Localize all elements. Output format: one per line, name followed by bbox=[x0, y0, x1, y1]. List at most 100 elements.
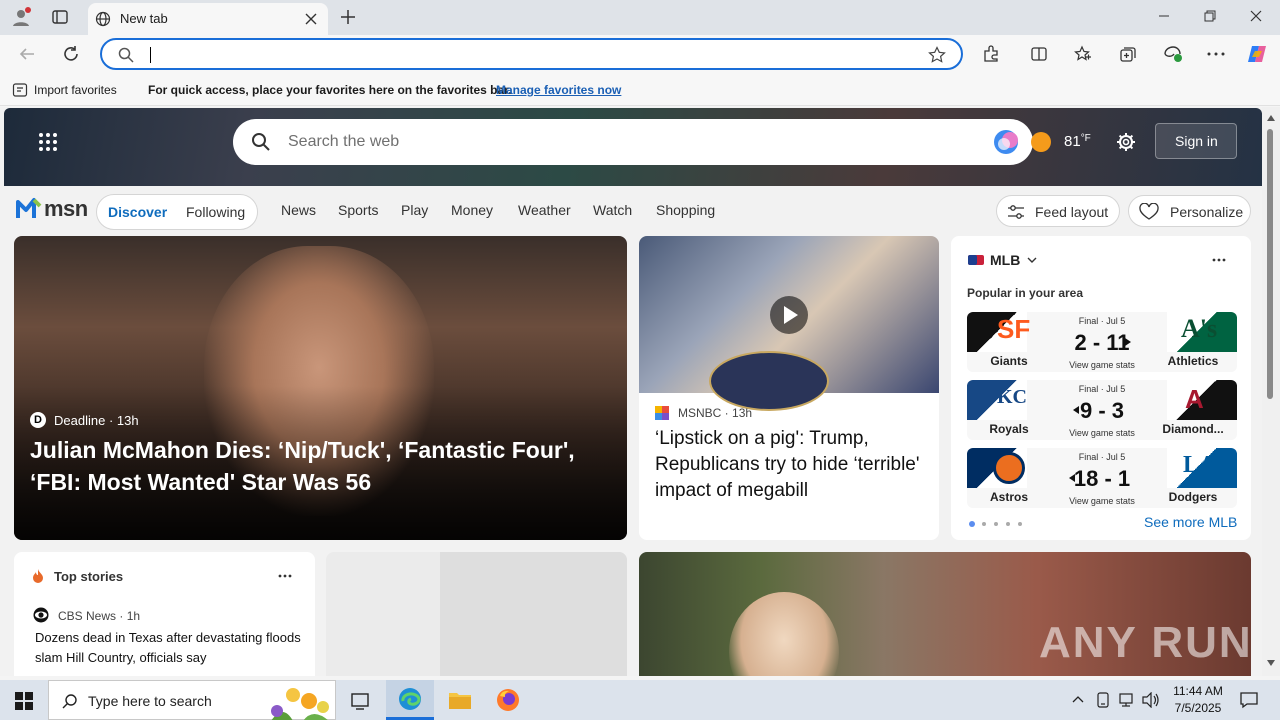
weather-sun-icon[interactable] bbox=[1030, 131, 1052, 153]
browser-toolbar bbox=[0, 35, 1280, 73]
file-explorer-icon[interactable] bbox=[448, 690, 472, 710]
astros-star bbox=[993, 452, 1025, 484]
notifications-icon[interactable] bbox=[1240, 691, 1258, 709]
volume-icon[interactable] bbox=[1142, 692, 1160, 708]
favorite-star-icon[interactable] bbox=[928, 46, 946, 64]
hero-age: 13h bbox=[116, 413, 139, 428]
firefox-icon[interactable] bbox=[496, 688, 520, 712]
system-tray-device-icon[interactable] bbox=[1096, 692, 1110, 708]
carousel-dots[interactable] bbox=[968, 521, 1028, 527]
sign-in-button[interactable]: Sign in bbox=[1155, 123, 1237, 159]
new-tab-icon[interactable] bbox=[340, 9, 356, 25]
scroll-down-icon[interactable] bbox=[1267, 660, 1275, 666]
top-stories-more-icon[interactable] bbox=[278, 574, 292, 578]
close-window-icon[interactable] bbox=[1250, 10, 1262, 22]
play-button-icon[interactable] bbox=[769, 295, 809, 335]
view-game-stats-link[interactable]: View game stats bbox=[1062, 428, 1142, 438]
taskbar-time[interactable]: 11:44 AM bbox=[1168, 684, 1228, 698]
network-icon[interactable] bbox=[1118, 692, 1134, 708]
msn-search-icon bbox=[251, 132, 271, 152]
nav-money[interactable]: Money bbox=[451, 202, 493, 218]
feed-layout-button[interactable]: Feed layout bbox=[996, 195, 1120, 227]
game-row[interactable]: KC Royals Final · Jul 5 9 - 3 View game … bbox=[967, 380, 1237, 440]
nav-news[interactable]: News bbox=[281, 202, 316, 218]
away-team: Athletics bbox=[1167, 354, 1219, 368]
split-screen-icon[interactable] bbox=[1030, 45, 1048, 63]
view-game-stats-link[interactable]: View game stats bbox=[1062, 360, 1142, 370]
task-view-icon[interactable] bbox=[351, 692, 369, 710]
manage-favorites-link[interactable]: Manage favorites now bbox=[496, 83, 621, 97]
personalize-label: Personalize bbox=[1170, 204, 1244, 220]
mlb-title[interactable]: MLB bbox=[990, 252, 1020, 268]
taskbar-search-box[interactable]: Type here to search bbox=[48, 680, 336, 720]
msn-search-box[interactable]: Search the web bbox=[233, 119, 1033, 165]
dodgers-monogram: LA bbox=[1183, 452, 1217, 478]
settings-gear-icon[interactable] bbox=[1116, 132, 1136, 152]
copilot-icon[interactable] bbox=[1246, 43, 1268, 65]
scrollbar-thumb[interactable] bbox=[1267, 129, 1273, 399]
nav-play[interactable]: Play bbox=[401, 202, 428, 218]
personalize-button[interactable]: Personalize bbox=[1128, 195, 1251, 227]
flame-icon bbox=[30, 568, 46, 584]
bottom-image-card[interactable]: ANY RUN bbox=[639, 552, 1251, 676]
astros-logo-icon bbox=[967, 448, 1027, 488]
scroll-up-icon[interactable] bbox=[1267, 115, 1275, 121]
tab-new-tab[interactable]: New tab bbox=[88, 3, 328, 35]
msn-search-placeholder: Search the web bbox=[288, 133, 400, 150]
feed-tabs: Discover Following bbox=[96, 194, 258, 230]
hero-article-card[interactable]: D Deadline · 13h Julian McMahon Dies: ‘N… bbox=[14, 236, 627, 540]
top-stories-title[interactable]: Top stories bbox=[54, 569, 123, 584]
page-scrollbar[interactable] bbox=[1262, 107, 1280, 676]
refresh-icon[interactable] bbox=[62, 45, 80, 63]
mlb-more-icon[interactable] bbox=[1212, 258, 1226, 262]
weather-temp-unit: °F bbox=[1080, 133, 1091, 144]
profile-icon[interactable] bbox=[10, 6, 32, 28]
hero-headline[interactable]: Julian McMahon Dies: ‘Nip/Tuck', ‘Fantas… bbox=[30, 434, 605, 498]
nav-weather[interactable]: Weather bbox=[518, 202, 571, 218]
show-hidden-icons-chevron[interactable] bbox=[1072, 695, 1084, 703]
tab-actions-icon[interactable] bbox=[52, 9, 68, 25]
royals-monogram: KC bbox=[997, 386, 1027, 408]
chevron-down-icon[interactable] bbox=[1027, 256, 1037, 264]
collections-icon[interactable] bbox=[1119, 45, 1137, 63]
nav-shopping[interactable]: Shopping bbox=[656, 202, 715, 218]
video-article-card[interactable]: MSNBC · 13h ‘Lipstick on a pig': Trump, … bbox=[639, 236, 939, 540]
top-story-headline[interactable]: Dozens dead in Texas after devastating f… bbox=[35, 628, 303, 668]
search-icon bbox=[118, 47, 134, 63]
taskbar-date[interactable]: 7/5/2025 bbox=[1168, 701, 1228, 715]
edge-taskbar-icon[interactable] bbox=[386, 680, 434, 720]
giants-logo-icon: SF bbox=[967, 312, 1031, 352]
more-options-icon[interactable] bbox=[1207, 52, 1225, 56]
address-bar[interactable] bbox=[100, 38, 963, 70]
sliders-icon bbox=[1007, 204, 1025, 220]
mlb-logo-icon bbox=[968, 255, 984, 265]
sign-in-label: Sign in bbox=[1175, 133, 1218, 149]
back-icon[interactable] bbox=[18, 45, 36, 63]
apps-launcher-icon[interactable] bbox=[38, 132, 58, 152]
globe-icon bbox=[95, 11, 111, 27]
msn-logo[interactable] bbox=[16, 196, 42, 222]
taskbar-search-icon bbox=[62, 693, 78, 709]
msn-logo-text: msn bbox=[44, 196, 88, 221]
nav-sports[interactable]: Sports bbox=[338, 202, 378, 218]
weather-temperature[interactable]: 81°F bbox=[1064, 133, 1091, 150]
tab-discover[interactable]: Discover bbox=[108, 204, 167, 220]
video-headline[interactable]: ‘Lipstick on a pig': Trump, Republicans … bbox=[655, 426, 931, 504]
tab-following[interactable]: Following bbox=[186, 204, 245, 220]
favorites-icon[interactable] bbox=[1074, 45, 1092, 63]
giants-monogram: SF bbox=[997, 314, 1031, 344]
start-button-icon[interactable] bbox=[15, 692, 33, 710]
browser-essentials-icon[interactable] bbox=[1163, 45, 1183, 63]
video-source: MSNBC · 13h bbox=[678, 406, 753, 420]
copilot-search-icon[interactable] bbox=[991, 128, 1021, 156]
game-row[interactable]: SF Giants Final · Jul 5 2 - 11 View game… bbox=[967, 312, 1237, 372]
see-more-mlb-link[interactable]: See more MLB bbox=[1144, 514, 1237, 530]
view-game-stats-link[interactable]: View game stats bbox=[1062, 496, 1142, 506]
away-team: Dodgers bbox=[1168, 490, 1218, 504]
restore-icon[interactable] bbox=[1204, 10, 1216, 22]
nav-watch[interactable]: Watch bbox=[593, 202, 632, 218]
extensions-icon[interactable] bbox=[982, 45, 1000, 63]
close-tab-icon[interactable] bbox=[304, 12, 318, 26]
game-row[interactable]: Astros Final · Jul 5 18 - 1 View game st… bbox=[967, 448, 1237, 508]
minimize-icon[interactable] bbox=[1158, 10, 1170, 22]
